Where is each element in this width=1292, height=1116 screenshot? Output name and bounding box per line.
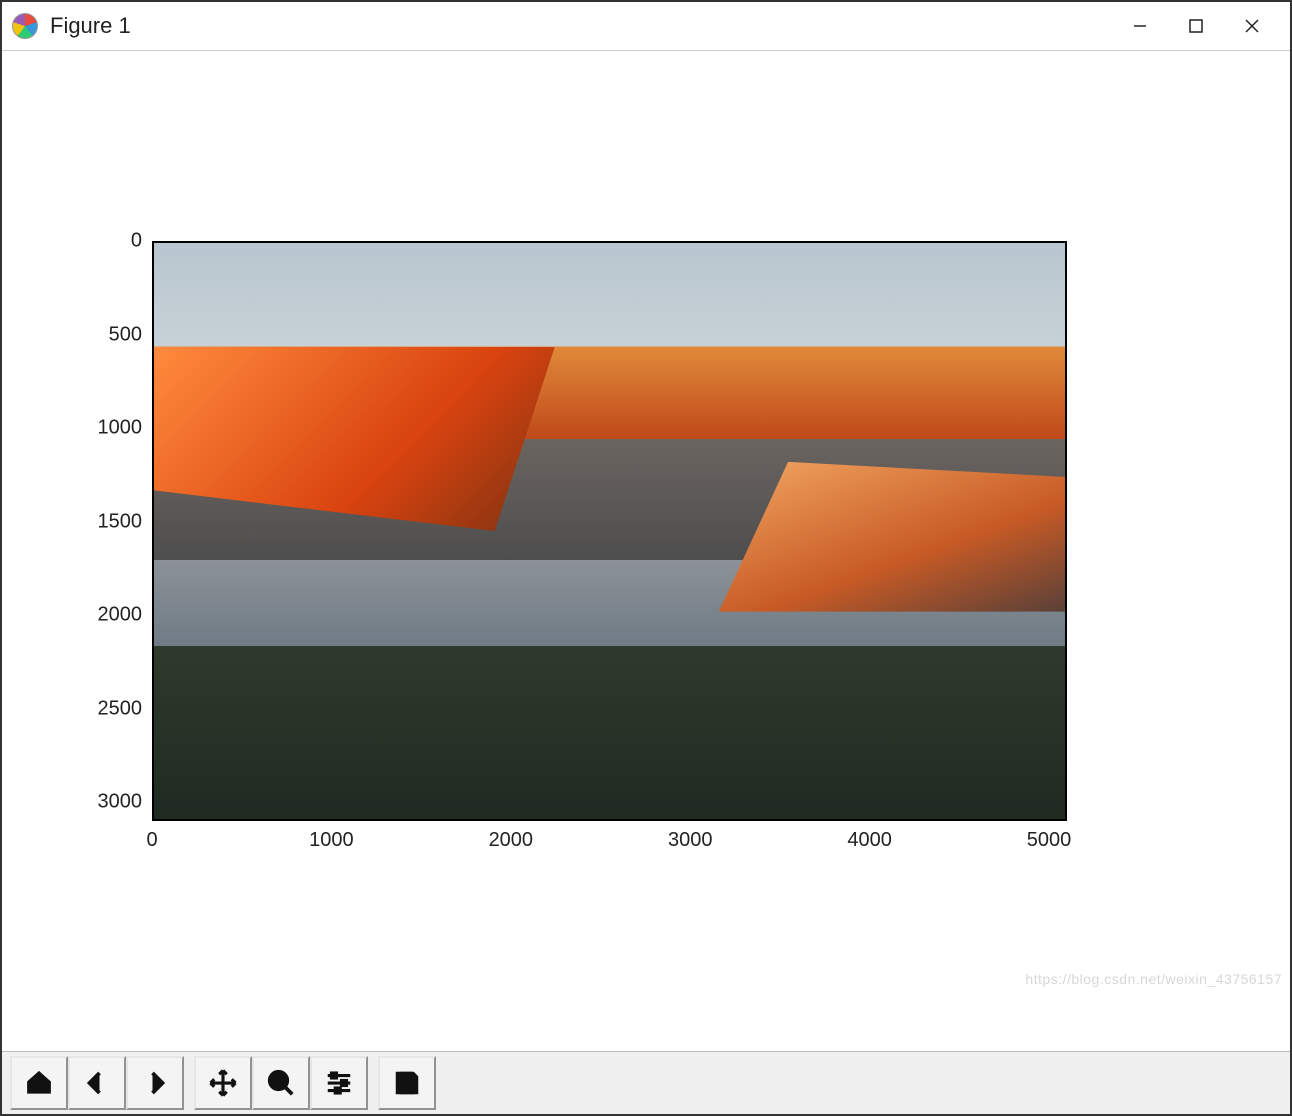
x-tick-label: 5000	[1027, 829, 1072, 852]
minimize-icon	[1132, 18, 1148, 34]
x-tick-label: 4000	[847, 829, 892, 852]
minimize-button[interactable]	[1112, 2, 1168, 50]
configure-subplots-button[interactable]	[310, 1056, 368, 1110]
x-tick-label: 0	[146, 829, 157, 852]
magnifier-icon	[266, 1068, 296, 1098]
maximize-icon	[1188, 18, 1204, 34]
navigation-toolbar	[2, 1051, 1290, 1114]
back-button[interactable]	[68, 1056, 126, 1110]
move-icon	[208, 1068, 238, 1098]
y-tick-label: 2500	[98, 697, 143, 720]
sliders-icon	[324, 1068, 354, 1098]
titlebar[interactable]: Figure 1	[2, 2, 1290, 51]
y-tick-label: 1500	[98, 510, 143, 533]
axes-image	[154, 243, 1065, 819]
save-icon	[392, 1068, 422, 1098]
x-tick-label: 2000	[489, 829, 534, 852]
y-tick-label: 1000	[98, 417, 143, 440]
matplotlib-icon	[12, 13, 38, 39]
save-button[interactable]	[378, 1056, 436, 1110]
watermark: https://blog.csdn.net/weixin_43756157	[1025, 971, 1282, 987]
home-button[interactable]	[10, 1056, 68, 1110]
home-icon	[24, 1068, 54, 1098]
figure-canvas[interactable]: 0 500 1000 1500 2000 2500 3000 0 1000 2000 3000 40…	[2, 51, 1290, 1051]
x-tick-label: 1000	[309, 829, 354, 852]
arrow-left-icon	[82, 1068, 112, 1098]
forward-button[interactable]	[126, 1056, 184, 1110]
x-tick-label: 3000	[668, 829, 713, 852]
y-tick-label: 0	[131, 230, 142, 253]
arrow-right-icon	[140, 1068, 170, 1098]
close-button[interactable]	[1224, 2, 1280, 50]
y-tick-label: 2000	[98, 604, 143, 627]
y-tick-label: 500	[109, 323, 142, 346]
axes[interactable]	[152, 241, 1067, 821]
figure-window: Figure 1 0 500 1000 1500 2000 2500 3000 0 1000 2…	[0, 0, 1292, 1116]
close-icon	[1244, 18, 1260, 34]
zoom-button[interactable]	[252, 1056, 310, 1110]
maximize-button[interactable]	[1168, 2, 1224, 50]
window-title: Figure 1	[50, 13, 131, 39]
pan-button[interactable]	[194, 1056, 252, 1110]
y-tick-label: 3000	[98, 791, 143, 814]
